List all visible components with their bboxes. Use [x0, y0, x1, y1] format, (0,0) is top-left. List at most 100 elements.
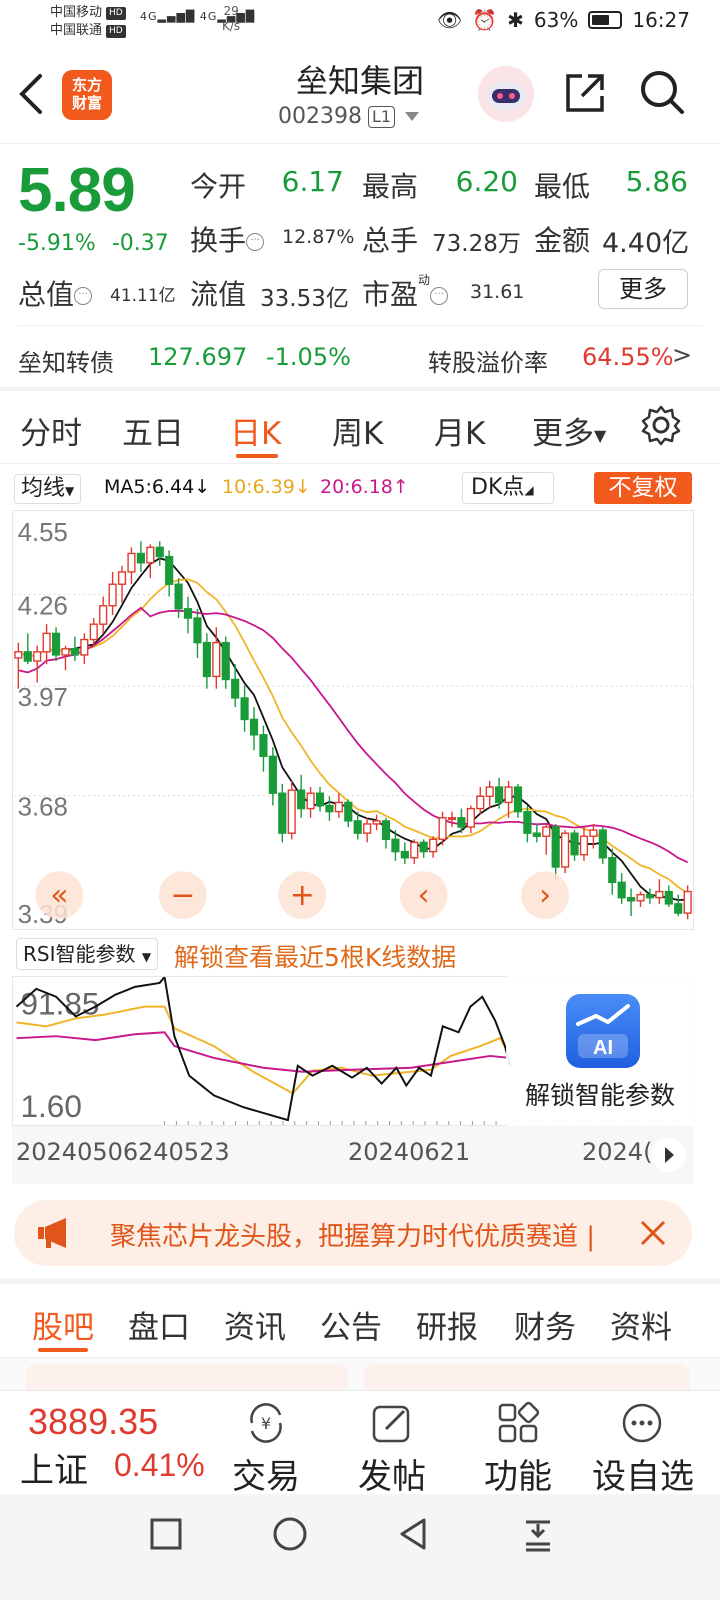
- info-icon[interactable]: ···: [246, 233, 265, 251]
- tab-research[interactable]: 研报: [416, 1302, 478, 1347]
- dk-label: DK点: [471, 475, 525, 500]
- tab-more[interactable]: 更多▼: [532, 408, 606, 453]
- gear-icon[interactable]: [640, 404, 682, 446]
- info-icon[interactable]: ···: [430, 287, 449, 305]
- tab-announcements[interactable]: 公告: [320, 1302, 382, 1347]
- y-tick-label: 1.60: [20, 1088, 81, 1124]
- float-value: 33.53亿: [260, 286, 349, 312]
- functions-label[interactable]: 功能: [478, 1449, 558, 1498]
- tab-orderbook[interactable]: 盘口: [128, 1302, 190, 1347]
- ma20-value: 20:6.18↑: [320, 476, 409, 498]
- stock-code: 002398: [278, 104, 362, 129]
- functions-grid-icon[interactable]: [496, 1401, 540, 1445]
- candle-down: [513, 786, 523, 813]
- candlestick-chart[interactable]: 4.554.263.973.683.39« − + ‹ ›: [12, 510, 694, 930]
- post-label[interactable]: 发帖: [354, 1449, 430, 1498]
- tab-weekly-k[interactable]: 周K: [332, 408, 383, 453]
- candle-down: [381, 820, 391, 841]
- robot-assistant-icon[interactable]: [478, 66, 534, 122]
- active-tab-indicator: [38, 1348, 88, 1352]
- ma20-line: [18, 606, 689, 864]
- ma5-text: MA5:6.44: [104, 476, 195, 498]
- change-percent: -5.91%: [18, 231, 96, 256]
- adjust-mode-button[interactable]: 不复权: [594, 472, 692, 504]
- candle-up: [476, 795, 485, 810]
- candle-down: [627, 897, 636, 902]
- ma-selector-label: 均线: [21, 476, 66, 501]
- bluetooth-icon: ✱: [507, 8, 524, 32]
- candle-up: [117, 571, 127, 585]
- search-icon[interactable]: [638, 68, 686, 116]
- trade-label[interactable]: 交易: [228, 1449, 304, 1498]
- candle-up: [561, 832, 570, 868]
- candle-up: [447, 817, 457, 820]
- candle-down: [353, 820, 362, 834]
- back-triangle-icon[interactable]: [394, 1514, 434, 1554]
- stock-code-selector[interactable]: 002398 L1: [278, 104, 420, 129]
- chevron-right-icon[interactable]: >: [672, 341, 692, 369]
- battery-fill: [592, 15, 609, 25]
- dk-point-toggle[interactable]: DK点◢: [462, 472, 554, 504]
- candle-down: [391, 838, 400, 853]
- indicator-selector[interactable]: RSI智能参数 ▼: [16, 938, 159, 970]
- chart-control-glyph: ‹: [418, 878, 430, 913]
- price-change: -5.91% -0.37: [18, 231, 185, 256]
- candle-up: [14, 651, 23, 659]
- unlock-smart-params-panel[interactable]: AI 解锁智能参数: [506, 976, 694, 1126]
- chart-control-glyph: −: [170, 878, 195, 913]
- ma-selector[interactable]: 均线▼: [14, 474, 82, 504]
- tab-financials[interactable]: 财务: [514, 1302, 576, 1347]
- candle-down: [523, 810, 532, 834]
- turnover-label[interactable]: 换手 ···: [190, 219, 265, 259]
- mktcap-label[interactable]: 总值 ···: [18, 273, 93, 313]
- tab-daily-k[interactable]: 日K: [230, 408, 281, 453]
- candle-up: [438, 817, 447, 841]
- y-tick-label: 3.97: [18, 684, 68, 712]
- recents-square-icon[interactable]: [146, 1514, 186, 1554]
- y-tick-label: 4.26: [18, 593, 68, 621]
- ma10-value: 10:6.39↓: [222, 476, 311, 498]
- edit-post-icon[interactable]: [370, 1401, 414, 1445]
- tab-news[interactable]: 资讯: [224, 1302, 286, 1347]
- candle-down: [419, 841, 428, 853]
- candle-up: [99, 605, 108, 625]
- trade-yen-icon[interactable]: ¥: [244, 1401, 288, 1445]
- tab-five-day[interactable]: 五日: [122, 408, 184, 453]
- watchlist-label[interactable]: 设自选: [586, 1449, 700, 1498]
- quote-panel: 5.89 -5.91% -0.37 今开 6.17 最高 6.20 最低 5.86…: [0, 145, 720, 387]
- candle-up: [655, 890, 664, 899]
- candle-up: [410, 841, 419, 859]
- tab-intraday[interactable]: 分时: [20, 408, 82, 453]
- date-label: 240523: [138, 1138, 230, 1166]
- candle-down: [231, 678, 240, 699]
- candle-up: [33, 651, 42, 662]
- candle-down: [297, 789, 306, 810]
- candle-down: [608, 857, 617, 884]
- candle-down: [23, 651, 32, 662]
- bond-name[interactable]: 垒知转债: [18, 343, 114, 378]
- candle-down: [165, 555, 174, 585]
- amount-label: 金额: [534, 224, 591, 257]
- more-dots-icon[interactable]: [620, 1401, 664, 1445]
- tab-monthly-k[interactable]: 月K: [434, 408, 485, 453]
- share-icon[interactable]: [562, 70, 608, 116]
- date-label: 2024(: [582, 1138, 652, 1166]
- close-icon[interactable]: [638, 1218, 668, 1248]
- candle-down: [325, 804, 334, 813]
- more-button[interactable]: 更多: [598, 269, 688, 309]
- float-label: 流值: [190, 278, 247, 311]
- status-bar: 中国移动 HD 中国联通 HD 4G▂▄▆█ 4G▂▄▆█ 29 K/s 👁 ⏰ ✱…: [0, 0, 720, 44]
- caret-down-icon: ▼: [141, 950, 152, 964]
- unlock-kline-link[interactable]: 解锁查看最近5根K线数据: [174, 938, 456, 974]
- tab-more-label: 更多: [532, 416, 594, 452]
- pe-label[interactable]: 市盈动···: [362, 273, 449, 313]
- tab-profile[interactable]: 资料: [610, 1302, 672, 1347]
- info-icon[interactable]: ···: [74, 287, 93, 305]
- candle-up: [504, 786, 513, 804]
- home-circle-icon[interactable]: [270, 1514, 310, 1554]
- promo-banner[interactable]: 聚焦芯片龙头股，把握算力时代优质赛道 |: [14, 1200, 692, 1266]
- chevron-right-icon[interactable]: [652, 1138, 686, 1172]
- tab-forum[interactable]: 股吧: [32, 1302, 94, 1347]
- candle-down: [315, 792, 325, 807]
- notification-pull-icon[interactable]: [518, 1514, 558, 1554]
